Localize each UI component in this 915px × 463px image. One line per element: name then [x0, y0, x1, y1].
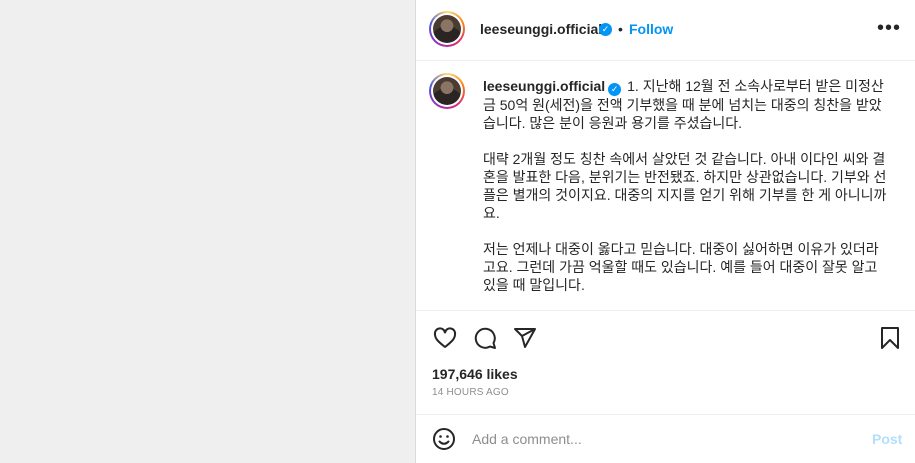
heart-icon[interactable] — [433, 326, 457, 350]
more-options-icon[interactable]: ••• — [877, 16, 901, 40]
verified-badge-icon: ✓ — [599, 23, 612, 36]
post-media-area — [0, 0, 415, 463]
caption-text: 1. 지난해 12월 전 소속사로부터 받은 미정산금 50억 원(세전)을 전… — [483, 78, 887, 293]
comment-bar: Post — [416, 414, 915, 463]
verified-badge-icon: ✓ — [608, 83, 622, 96]
caption-avatar[interactable] — [429, 73, 465, 109]
avatar[interactable] — [429, 11, 465, 47]
emoji-icon[interactable] — [432, 427, 456, 456]
post-timestamp[interactable]: 14 HOURS AGO — [432, 387, 509, 398]
caption-username-link[interactable]: leeseunggi.official — [483, 78, 605, 94]
post-comment-button[interactable]: Post — [872, 431, 902, 447]
post-details-panel: leeseunggi.official ✓ • Follow ••• leese… — [415, 0, 915, 463]
action-bar — [416, 312, 915, 360]
separator-dot: • — [618, 21, 623, 37]
comment-icon[interactable] — [473, 326, 497, 350]
caption-section: leeseunggi.official ✓ 1. 지난해 12월 전 소속사로부터 … — [416, 61, 915, 311]
share-icon[interactable] — [513, 326, 537, 350]
comment-input[interactable] — [472, 429, 852, 449]
caption: leeseunggi.official ✓ 1. 지난해 12월 전 소속사로부터 … — [483, 77, 888, 294]
post-header: leeseunggi.official ✓ • Follow ••• — [416, 0, 915, 61]
username-link[interactable]: leeseunggi.official — [480, 21, 602, 37]
avatar-image — [433, 77, 461, 105]
avatar-image — [433, 15, 461, 43]
likes-count[interactable]: 197,646 likes — [432, 366, 518, 382]
follow-button[interactable]: Follow — [629, 21, 673, 37]
bookmark-icon[interactable] — [878, 326, 902, 350]
